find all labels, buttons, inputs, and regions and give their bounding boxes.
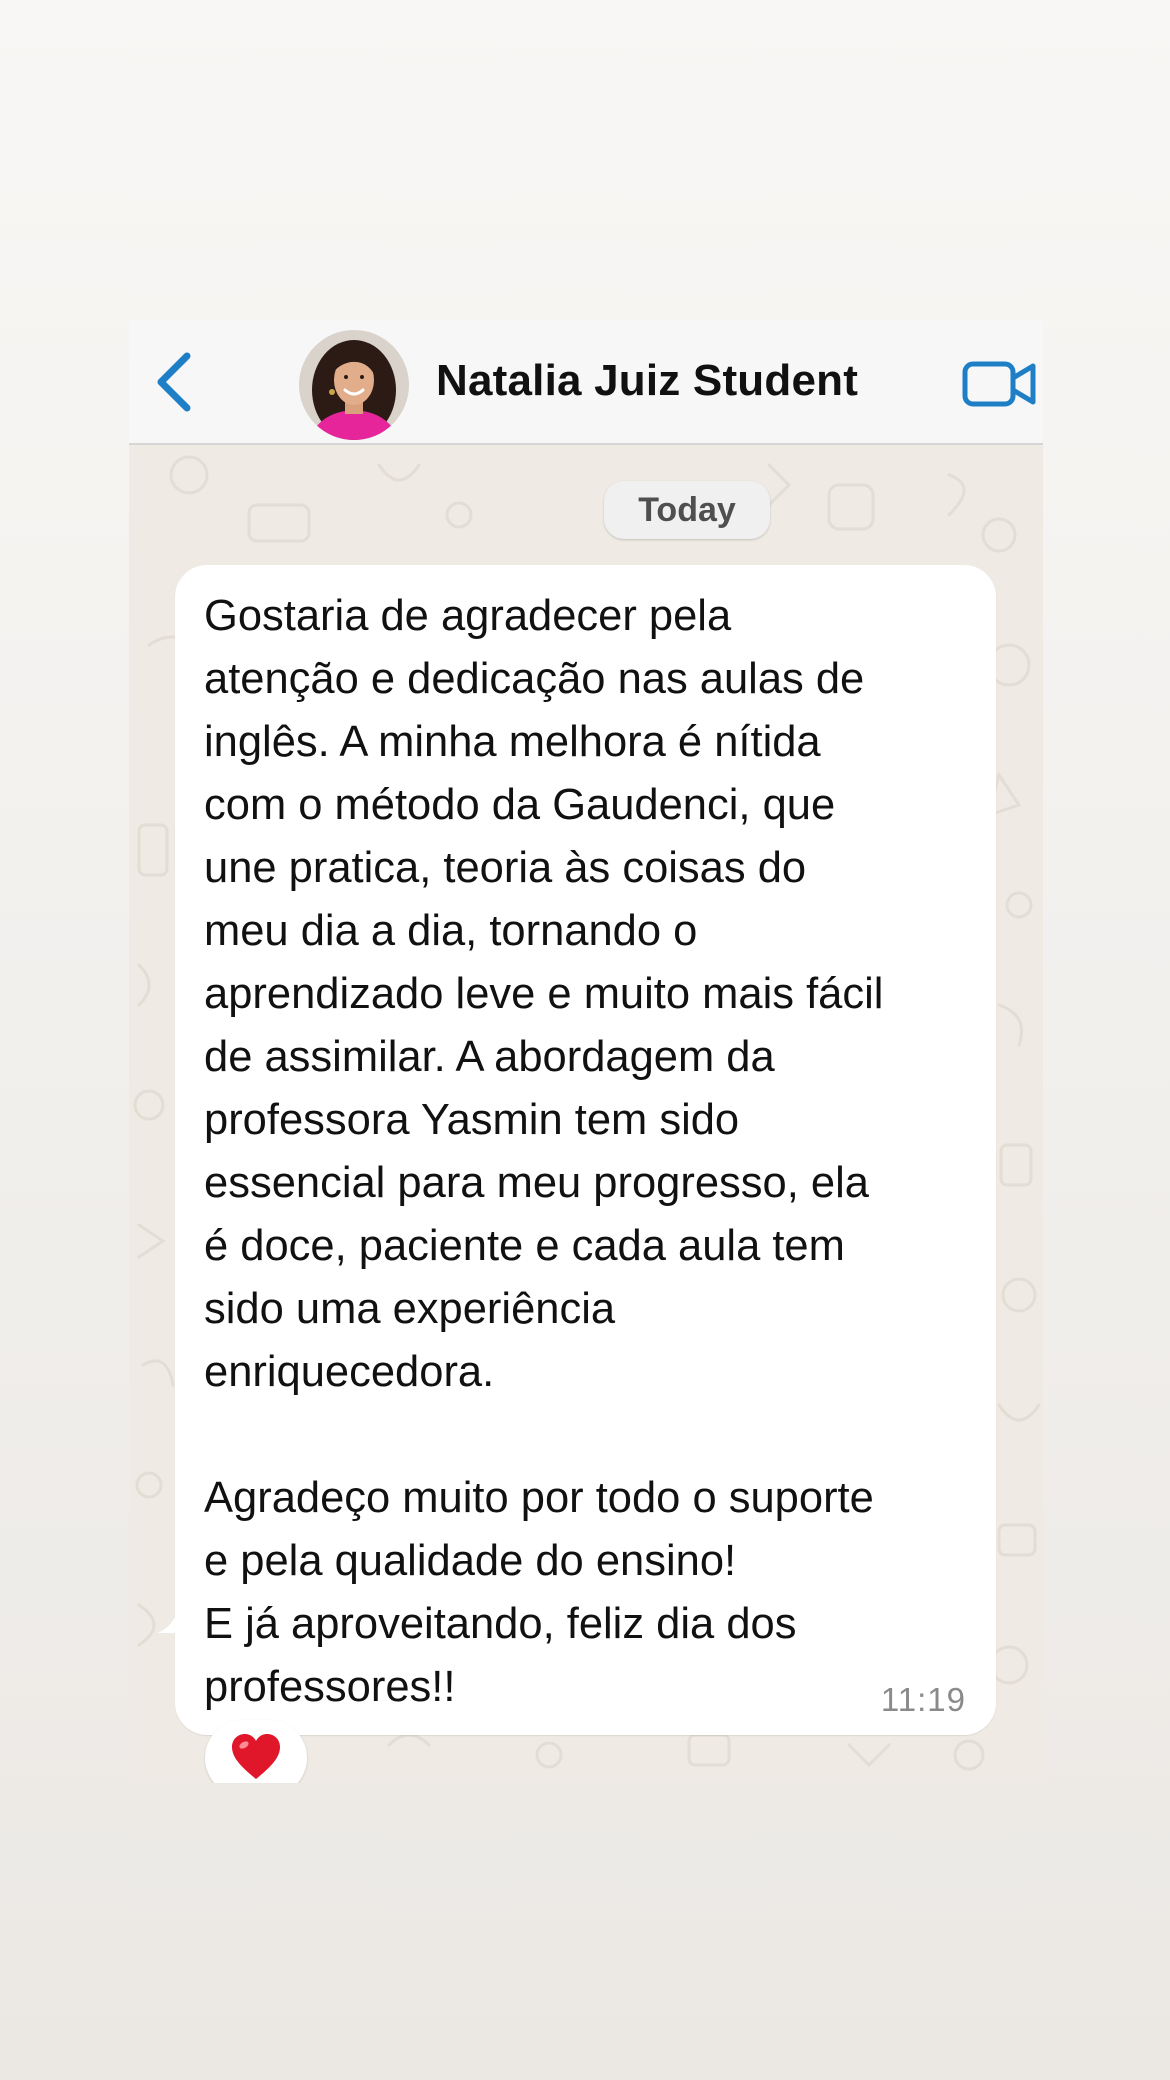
heart-icon bbox=[232, 1734, 280, 1779]
video-camera-icon bbox=[962, 361, 1036, 407]
message-text: Gostaria de agradecer pela atenção e ded… bbox=[204, 592, 884, 1711]
chevron-left-icon bbox=[157, 352, 191, 412]
contact-name[interactable]: Natalia Juiz Student bbox=[436, 356, 858, 406]
chat-screen: Natalia Juiz Student Today Gostaria de a… bbox=[129, 320, 1043, 1783]
message-timestamp: 11:19 bbox=[880, 1681, 966, 1718]
message-bubble[interactable]: Gostaria de agradecer pela atenção e ded… bbox=[175, 565, 996, 1735]
date-separator: Today bbox=[604, 481, 770, 539]
avatar-image bbox=[299, 330, 409, 440]
video-call-button[interactable] bbox=[961, 354, 1039, 412]
avatar[interactable] bbox=[299, 330, 409, 440]
chat-area[interactable]: Today Gostaria de agradecer pela atenção… bbox=[129, 445, 1043, 1783]
chat-header: Natalia Juiz Student bbox=[129, 320, 1043, 445]
back-button[interactable] bbox=[149, 350, 199, 414]
message-reaction[interactable] bbox=[205, 1720, 307, 1783]
